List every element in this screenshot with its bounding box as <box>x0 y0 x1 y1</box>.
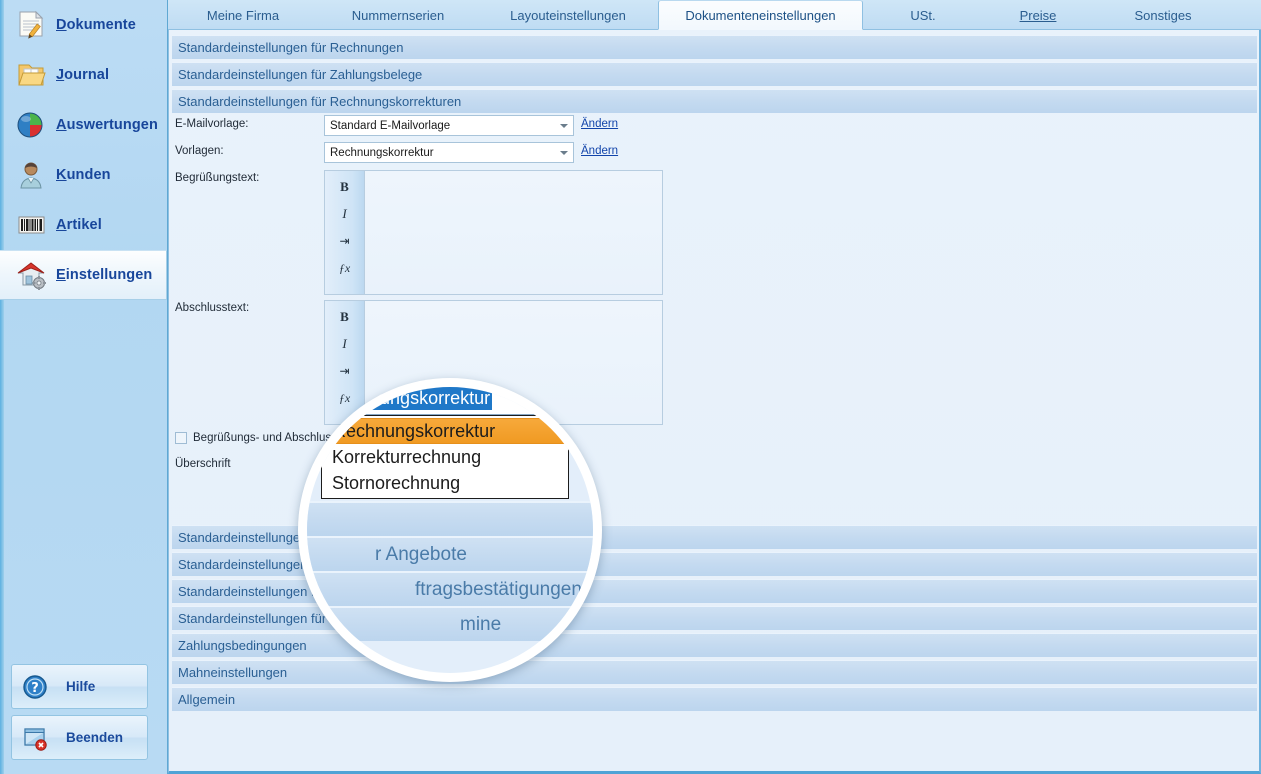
magnified-dropdown-list[interactable]: Rechnungskorrektur Korrekturrechnung Sto… <box>321 415 569 499</box>
bold-icon[interactable]: B <box>334 308 356 326</box>
sidebar-item-label: Auswertungen <box>56 117 158 133</box>
exit-button-label: Beenden <box>66 730 124 745</box>
svg-text:?: ? <box>31 681 39 696</box>
magnified-row[interactable]: mine <box>307 606 593 641</box>
tab-strip: Meine Firma Nummernserien Layouteinstell… <box>168 0 1261 30</box>
carryover-checkbox[interactable] <box>175 432 187 444</box>
magnified-row[interactable] <box>307 501 593 536</box>
folder-icon <box>14 58 48 92</box>
tab-preise[interactable]: Preise <box>983 0 1093 30</box>
piechart-icon <box>14 108 48 142</box>
chevron-down-icon[interactable] <box>555 117 572 134</box>
tab-ust[interactable]: USt. <box>863 0 983 30</box>
email-template-select[interactable]: Standard E-Mailvorlage <box>324 115 574 136</box>
heading-label: Überschrift <box>175 458 231 470</box>
templates-label: Vorlagen: <box>175 145 224 157</box>
help-button[interactable]: ? Hilfe <box>11 664 148 709</box>
tab-meine-firma[interactable]: Meine Firma <box>168 0 318 30</box>
section-allgemein[interactable]: Allgemein <box>172 687 1257 711</box>
sidebar-item-artikel[interactable]: Artikel <box>0 200 167 250</box>
sidebar-item-dokumente[interactable]: Dokumente <box>0 0 167 50</box>
chevron-down-icon[interactable] <box>555 144 572 161</box>
magnified-row[interactable]: r Angebote <box>307 536 593 571</box>
section-zahlungsbelege[interactable]: Standardeinstellungen für Zahlungsbelege <box>172 62 1257 86</box>
italic-icon[interactable]: I <box>334 205 356 223</box>
exit-icon <box>22 725 48 751</box>
italic-icon[interactable]: I <box>334 335 356 353</box>
section-rechnungskorrekturen[interactable]: Standardeinstellungen für Rechnungskorre… <box>172 89 1257 113</box>
user-icon <box>14 158 48 192</box>
sidebar-item-label: Dokumente <box>56 17 136 33</box>
email-template-label: E-Mailvorlage: <box>175 118 249 130</box>
tab-layouteinstellungen[interactable]: Layouteinstellungen <box>478 0 658 30</box>
tab-sonstiges[interactable]: Sonstiges <box>1093 0 1233 30</box>
chevron-down-icon[interactable] <box>553 387 581 413</box>
sidebar-item-auswertungen[interactable]: Auswertungen <box>0 100 167 150</box>
help-icon: ? <box>22 674 48 700</box>
sidebar-item-journal[interactable]: Journal <box>0 50 167 100</box>
sidebar-item-label: Journal <box>56 67 110 83</box>
greeting-text-editor[interactable]: B I ⇥ ƒx <box>324 170 663 295</box>
closing-text-label: Abschlusstext: <box>175 302 250 314</box>
email-template-change-link[interactable]: Ändern <box>581 118 618 130</box>
greeting-toolbar: B I ⇥ ƒx <box>325 171 365 294</box>
magnifier-lens: text vom vorherigen Dokument übernе r An… <box>298 378 602 682</box>
sidebar-item-label: Kunden <box>56 167 111 183</box>
greeting-text-label: Begrüßungstext: <box>175 172 260 184</box>
dropdown-option-stornorechnung[interactable]: Stornorechnung <box>324 470 566 496</box>
section-rechnungen[interactable]: Standardeinstellungen für Rechnungen <box>172 35 1257 59</box>
email-template-value: Standard E-Mailvorlage <box>330 119 451 132</box>
sidebar: Dokumente Journal Auswertungen Kunden Ar… <box>0 0 168 774</box>
templates-value: Rechnungskorrektur <box>330 146 434 159</box>
app-window: Dokumente Journal Auswertungen Kunden Ar… <box>0 0 1261 774</box>
magnifier-viewport: text vom vorherigen Dokument übernе r An… <box>307 387 593 673</box>
house-gear-icon <box>14 258 48 292</box>
magnified-heading-value: Rechnungskorrektur <box>326 387 493 410</box>
templates-select[interactable]: Rechnungskorrektur <box>324 142 574 163</box>
sidebar-item-einstellungen[interactable]: Einstellungen <box>0 250 167 300</box>
tab-dokumenteneinstellungen[interactable]: Dokumenteneinstellungen <box>658 0 863 30</box>
greeting-text-area[interactable] <box>365 171 662 294</box>
tab-preise-label: Preise <box>1019 7 1057 23</box>
dropdown-option-korrekturrechnung[interactable]: Korrekturrechnung <box>324 444 566 470</box>
function-icon[interactable]: ƒx <box>334 259 356 277</box>
document-icon <box>14 8 48 42</box>
magnified-row[interactable]: ftragsbestätigungen <box>307 571 593 606</box>
sidebar-action-buttons: ? Hilfe Beenden <box>11 664 148 766</box>
help-button-label: Hilfe <box>66 679 96 694</box>
magnified-heading-select[interactable]: Rechnungskorrektur <box>321 387 583 415</box>
insert-field-icon[interactable]: ⇥ <box>334 232 356 250</box>
sidebar-item-kunden[interactable]: Kunden <box>0 150 167 200</box>
magnified-scene: text vom vorherigen Dokument übernе r An… <box>307 387 593 673</box>
barcode-icon <box>14 208 48 242</box>
insert-field-icon[interactable]: ⇥ <box>334 362 356 380</box>
sidebar-item-label: Einstellungen <box>56 267 153 283</box>
templates-change-link[interactable]: Ändern <box>581 145 618 157</box>
dropdown-option-rechnungskorrektur[interactable]: Rechnungskorrektur <box>324 418 566 444</box>
exit-button[interactable]: Beenden <box>11 715 148 760</box>
tab-nummernserien[interactable]: Nummernserien <box>318 0 478 30</box>
sidebar-item-label: Artikel <box>56 217 102 233</box>
bold-icon[interactable]: B <box>334 178 356 196</box>
